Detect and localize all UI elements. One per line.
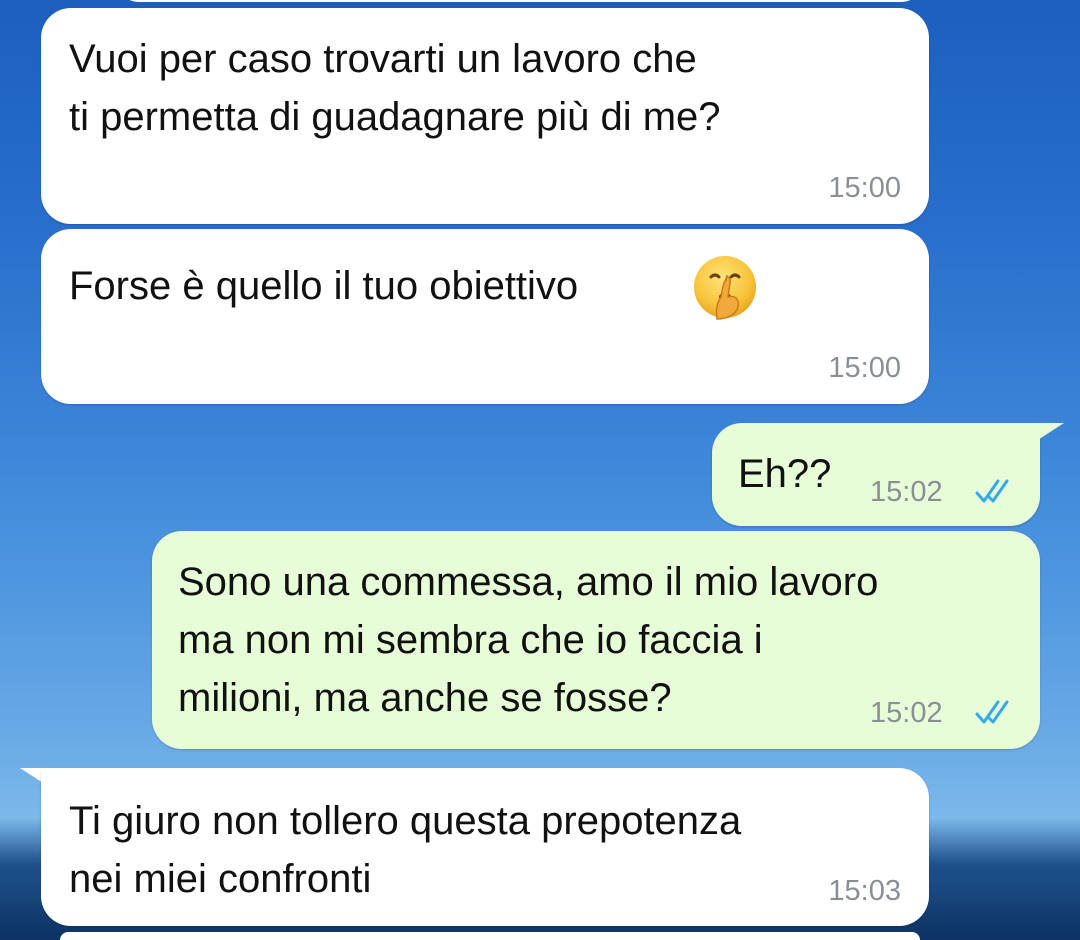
read-double-check-icon — [975, 700, 1009, 724]
message-text: Sono una commessa, amo il mio lavoro ma … — [178, 560, 879, 720]
message-timestamp: 15:02 — [870, 476, 943, 508]
message-timestamp: 15:02 — [870, 697, 943, 729]
previous-message-bubble-edge — [120, 0, 920, 2]
bubble-tail-outgoing — [1030, 423, 1064, 445]
read-double-check-icon — [975, 479, 1009, 503]
message-bubble-incoming[interactable]: Ti giuro non tollero questa prepotenza n… — [41, 768, 929, 926]
message-text: Eh?? — [738, 452, 832, 496]
message-timestamp: 15:00 — [828, 352, 901, 384]
message-bubble-outgoing[interactable]: Sono una commessa, amo il mio lavoro ma … — [152, 531, 1040, 749]
next-message-bubble-edge — [60, 932, 920, 940]
message-bubble-incoming[interactable]: Forse è quello il tuo obiettivo 15:00 — [41, 229, 929, 404]
message-bubble-outgoing[interactable]: Eh?? 15:02 — [712, 423, 1040, 526]
shushing-face-icon — [694, 256, 756, 320]
message-text: Ti giuro non tollero questa prepotenza n… — [69, 799, 742, 901]
message-timestamp: 15:00 — [828, 172, 901, 204]
message-timestamp: 15:03 — [828, 875, 901, 907]
message-bubble-incoming[interactable]: Vuoi per caso trovarti un lavoro che ti … — [41, 8, 929, 224]
message-text: Forse è quello il tuo obiettivo — [69, 264, 579, 308]
message-text: Vuoi per caso trovarti un lavoro che ti … — [69, 37, 721, 139]
